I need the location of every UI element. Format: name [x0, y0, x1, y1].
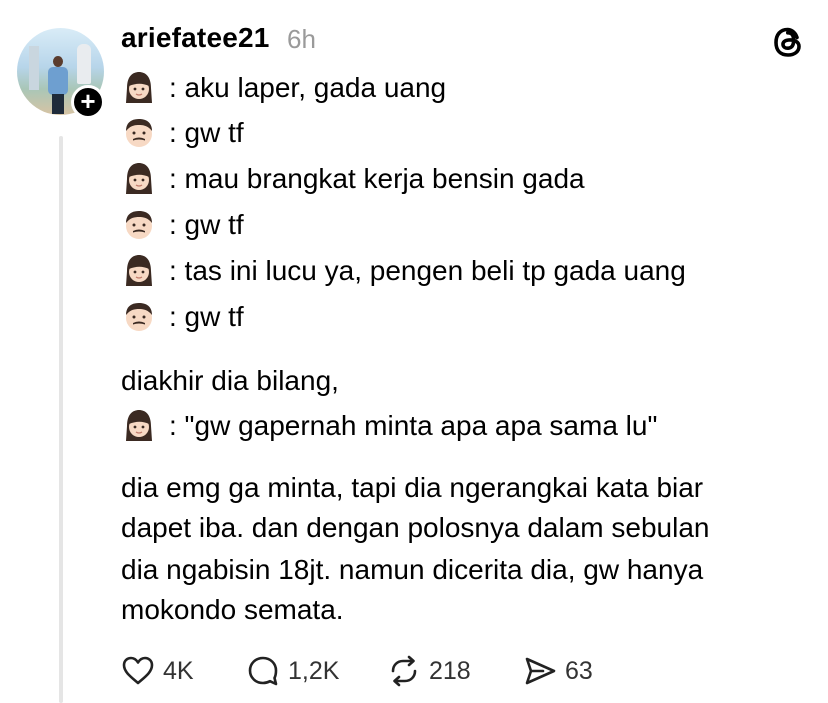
- avatar-building: [29, 46, 39, 90]
- repost-icon: [391, 655, 417, 687]
- send-icon: [525, 657, 556, 685]
- closing-line: dia emg ga minta, tapi dia ngerangkai ka…: [121, 472, 704, 503]
- dialogue-text: : gw tf: [169, 209, 244, 240]
- repost-button[interactable]: 218: [387, 650, 471, 692]
- dialogue-text: : mau brangkat kerja bensin gada: [169, 163, 585, 194]
- dialogue-text: : gw tf: [169, 301, 244, 332]
- follow-button[interactable]: +: [71, 85, 105, 119]
- comment-icon: [248, 656, 278, 686]
- ending-intro: diakhir dia bilang,: [121, 365, 339, 396]
- like-count: 4K: [163, 656, 194, 685]
- woman-face-icon: [126, 72, 152, 103]
- dialogue-line: : mau brangkat kerja bensin gada: [121, 159, 585, 199]
- woman-face-icon: [126, 163, 152, 194]
- share-button[interactable]: 63: [523, 650, 593, 692]
- plus-icon: +: [80, 86, 96, 116]
- reply-count: 1,2K: [288, 656, 340, 685]
- dialogue-line: : gw tf: [121, 297, 244, 337]
- dialogue-text: : aku laper, gada uang: [169, 72, 447, 103]
- username[interactable]: ariefatee21: [121, 22, 270, 54]
- closing-line: dapet iba. dan dengan polosnya dalam seb…: [121, 512, 710, 543]
- avatar-person-head: [53, 56, 63, 67]
- heart-icon: [122, 656, 154, 685]
- dialogue-line: : gw tf: [121, 205, 244, 245]
- avatar-person-body: [48, 67, 68, 95]
- man-face-icon: [126, 119, 152, 147]
- post-timestamp: 6h: [287, 24, 316, 54]
- ending-quote: : "gw gapernah minta apa apa sama lu": [169, 410, 658, 441]
- man-face-icon: [126, 211, 152, 239]
- like-button[interactable]: 4K: [121, 650, 194, 692]
- threads-logo-icon[interactable]: [768, 22, 808, 62]
- thread-line: [59, 136, 63, 703]
- repost-count: 218: [429, 656, 471, 685]
- woman-face-icon: [126, 410, 152, 441]
- action-bar: 4K 1,2K 218 63: [121, 650, 641, 692]
- avatar-person-legs: [52, 94, 64, 114]
- avatar-statue: [77, 44, 91, 84]
- man-face-icon: [126, 303, 152, 331]
- dialogue-text: : gw tf: [169, 117, 244, 148]
- share-count: 63: [565, 656, 593, 685]
- dialogue-text: : tas ini lucu ya, pengen beli tp gada u…: [169, 255, 686, 286]
- dialogue-line: : aku laper, gada uang: [121, 68, 446, 108]
- woman-face-icon: [126, 255, 152, 286]
- ending-quote-line: : "gw gapernah minta apa apa sama lu": [121, 406, 657, 446]
- dialogue-line: : gw tf: [121, 113, 244, 153]
- closing-line: dia ngabisin 18jt. namun dicerita dia, g…: [121, 554, 704, 585]
- dialogue-line: : tas ini lucu ya, pengen beli tp gada u…: [121, 251, 686, 291]
- closing-line: mokondo semata.: [121, 594, 344, 625]
- reply-button[interactable]: 1,2K: [246, 650, 339, 692]
